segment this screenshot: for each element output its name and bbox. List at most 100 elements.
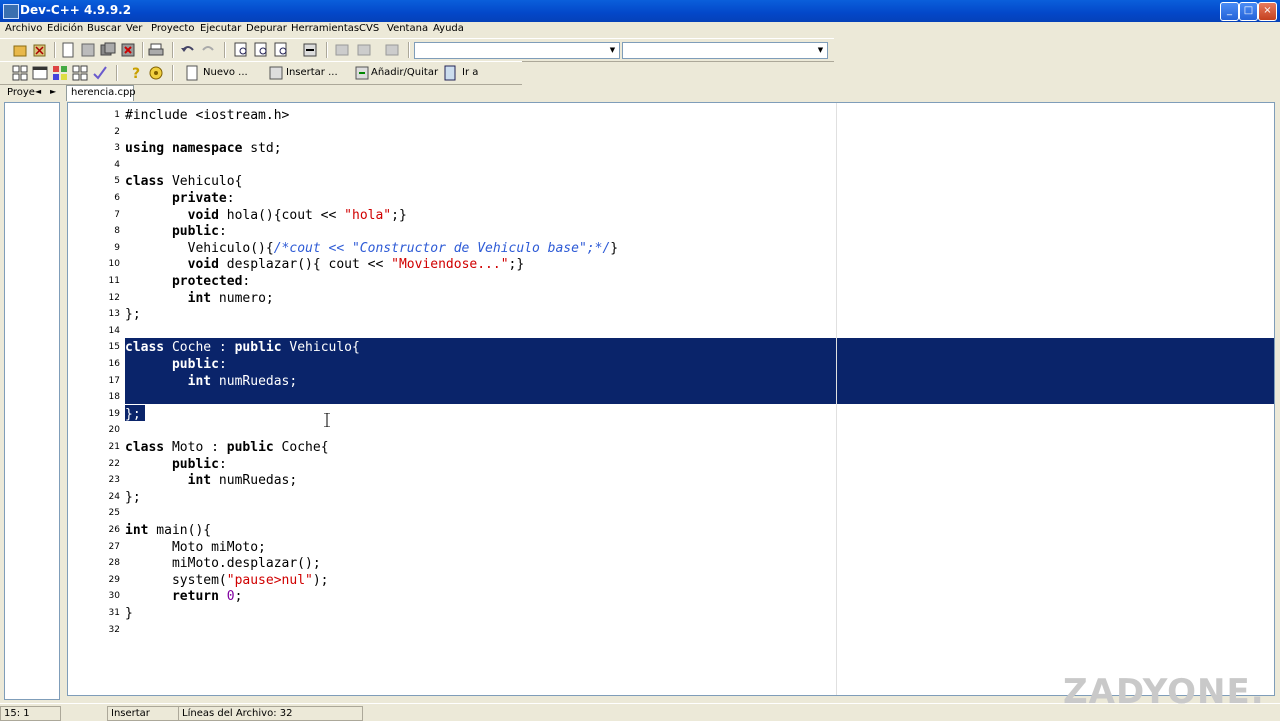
code-line[interactable]: 10 void desplazar(){ cout << "Moviendose…: [68, 256, 1274, 273]
code-line[interactable]: 27 Moto miMoto;: [68, 539, 1274, 556]
open-file-icon[interactable]: [80, 42, 96, 58]
add-remove-icon[interactable]: [354, 65, 370, 81]
tab-scroll-right-icon[interactable]: ►: [50, 87, 56, 96]
menu-ver[interactable]: Ver: [126, 23, 142, 34]
about-icon[interactable]: [148, 65, 164, 81]
find-next-icon[interactable]: [274, 42, 290, 58]
code-line[interactable]: 14: [68, 323, 1274, 340]
code-line[interactable]: 6 private:: [68, 190, 1274, 207]
code-line[interactable]: 11 protected:: [68, 273, 1274, 290]
code-line[interactable]: 17 int numRuedas;: [68, 373, 1274, 390]
anadir-quitar-button[interactable]: Añadir/Quitar: [371, 67, 438, 78]
code-line[interactable]: 4: [68, 157, 1274, 174]
watermark: ZADYONE.: [1063, 672, 1265, 712]
line-number: 16: [108, 359, 120, 369]
minimize-button[interactable]: _: [1220, 2, 1239, 21]
menu-herramientas[interactable]: Herramientas: [291, 23, 359, 34]
line-number: 4: [114, 159, 120, 170]
class-combo[interactable]: ▼: [414, 42, 620, 59]
code-line[interactable]: 3 using namespace std;: [68, 140, 1274, 157]
redo-icon[interactable]: [200, 42, 216, 58]
replace-icon[interactable]: [254, 42, 270, 58]
code-text: class Vehiculo{: [125, 174, 243, 190]
member-combo[interactable]: ▼: [622, 42, 828, 59]
code-line[interactable]: 25: [68, 505, 1274, 522]
code-line[interactable]: 8 public:: [68, 223, 1274, 240]
file-tab-label: herencia.cpp: [71, 87, 136, 98]
code-line[interactable]: 7 void hola(){cout << "hola";}: [68, 207, 1274, 224]
code-line[interactable]: 32: [68, 622, 1274, 639]
tab-herencia-cpp[interactable]: herencia.cpp: [66, 85, 136, 101]
find-icon[interactable]: [234, 42, 250, 58]
project-browser[interactable]: [4, 102, 60, 700]
insertar-button[interactable]: Insertar ...: [286, 67, 338, 78]
close-project-icon[interactable]: [32, 42, 48, 58]
tab-scroll-left-icon[interactable]: ◄: [35, 87, 41, 96]
code-line[interactable]: 13};: [68, 306, 1274, 323]
code-line[interactable]: 24};: [68, 489, 1274, 506]
check-syntax-icon[interactable]: [92, 65, 108, 81]
status-insert-mode: Insertar: [107, 706, 179, 721]
code-line[interactable]: 16 public:: [68, 356, 1274, 373]
new-source-icon[interactable]: [184, 65, 200, 81]
code-line[interactable]: 26 int main(){: [68, 522, 1274, 539]
menu-edicion[interactable]: Edición: [47, 23, 83, 34]
code-line[interactable]: 15 class Coche : public Vehiculo{: [68, 339, 1274, 356]
ira-button[interactable]: Ir a: [462, 67, 478, 78]
code-line[interactable]: 5 class Vehiculo{: [68, 173, 1274, 190]
goto-icon[interactable]: [442, 65, 458, 81]
compile-run-icon[interactable]: [52, 65, 68, 81]
run-icon[interactable]: [32, 65, 48, 81]
code-line[interactable]: 1 #include <iostream.h>: [68, 107, 1274, 124]
nuevo-button[interactable]: Nuevo ...: [203, 67, 248, 78]
print-icon[interactable]: [148, 42, 164, 58]
code-editor[interactable]: 1 #include <iostream.h> 2 3 using namespace …: [67, 102, 1275, 696]
insert-icon[interactable]: [268, 65, 284, 81]
close-button[interactable]: ×: [1258, 2, 1277, 21]
code-line[interactable]: 18: [68, 389, 1274, 406]
code-line[interactable]: 20: [68, 422, 1274, 439]
code-line[interactable]: 23 int numRuedas;: [68, 472, 1274, 489]
line-number: 24: [108, 491, 120, 502]
menu-archivo[interactable]: Archivo: [5, 23, 42, 34]
code-line[interactable]: 2: [68, 124, 1274, 141]
open-project-icon[interactable]: [12, 42, 28, 58]
code-line[interactable]: 29 system("pause>nul");: [68, 572, 1274, 589]
next-bookmark-icon[interactable]: [356, 42, 372, 58]
code-line[interactable]: 9 Vehiculo(){/*cout << "Constructor de V…: [68, 240, 1274, 257]
devcpp-app-icon[interactable]: [3, 4, 19, 19]
menu-buscar[interactable]: Buscar: [87, 23, 121, 34]
prev-bookmark-icon[interactable]: [334, 42, 350, 58]
code-line[interactable]: 30 return 0;: [68, 588, 1274, 605]
menu-proyecto[interactable]: Proyecto: [151, 23, 194, 34]
line-number: 8: [114, 226, 120, 237]
goto-line-icon[interactable]: [302, 42, 318, 58]
close-file-icon[interactable]: [120, 42, 136, 58]
menu-ejecutar[interactable]: Ejecutar: [200, 23, 241, 34]
status-line-count: Líneas del Archivo: 32: [178, 706, 363, 721]
code-text: }: [125, 606, 133, 621]
tab-proyecto[interactable]: Proye: [7, 87, 35, 98]
compile-icon[interactable]: [12, 65, 28, 81]
code-text: class Coche : public Vehiculo{: [125, 340, 360, 356]
menu-ayuda[interactable]: Ayuda: [433, 23, 464, 34]
code-text: system("pause>nul");: [125, 572, 329, 588]
undo-icon[interactable]: [180, 42, 196, 58]
new-file-icon[interactable]: [60, 42, 76, 58]
code-line[interactable]: 12 int numero;: [68, 290, 1274, 307]
menu-depurar[interactable]: Depurar: [246, 23, 287, 34]
code-line[interactable]: 21 class Moto : public Coche{: [68, 439, 1274, 456]
code-line[interactable]: 28 miMoto.desplazar();: [68, 555, 1274, 572]
save-all-icon[interactable]: [100, 42, 116, 58]
menu-cvs[interactable]: CVS: [359, 23, 379, 34]
rebuild-all-icon[interactable]: [72, 65, 88, 81]
help-icon[interactable]: ?: [128, 65, 144, 81]
toggle-bookmark-icon[interactable]: [384, 42, 400, 58]
menu-ventana[interactable]: Ventana: [387, 23, 428, 34]
maximize-button[interactable]: □: [1239, 2, 1258, 21]
code-line[interactable]: 31}: [68, 605, 1274, 622]
code-line[interactable]: 19};: [68, 406, 1274, 423]
main-toolbar: ▼ ▼: [0, 38, 834, 62]
project-toolbar: ? Nuevo ... Insertar ... Añadir/Quitar I…: [0, 61, 522, 85]
code-line[interactable]: 22 public:: [68, 456, 1274, 473]
